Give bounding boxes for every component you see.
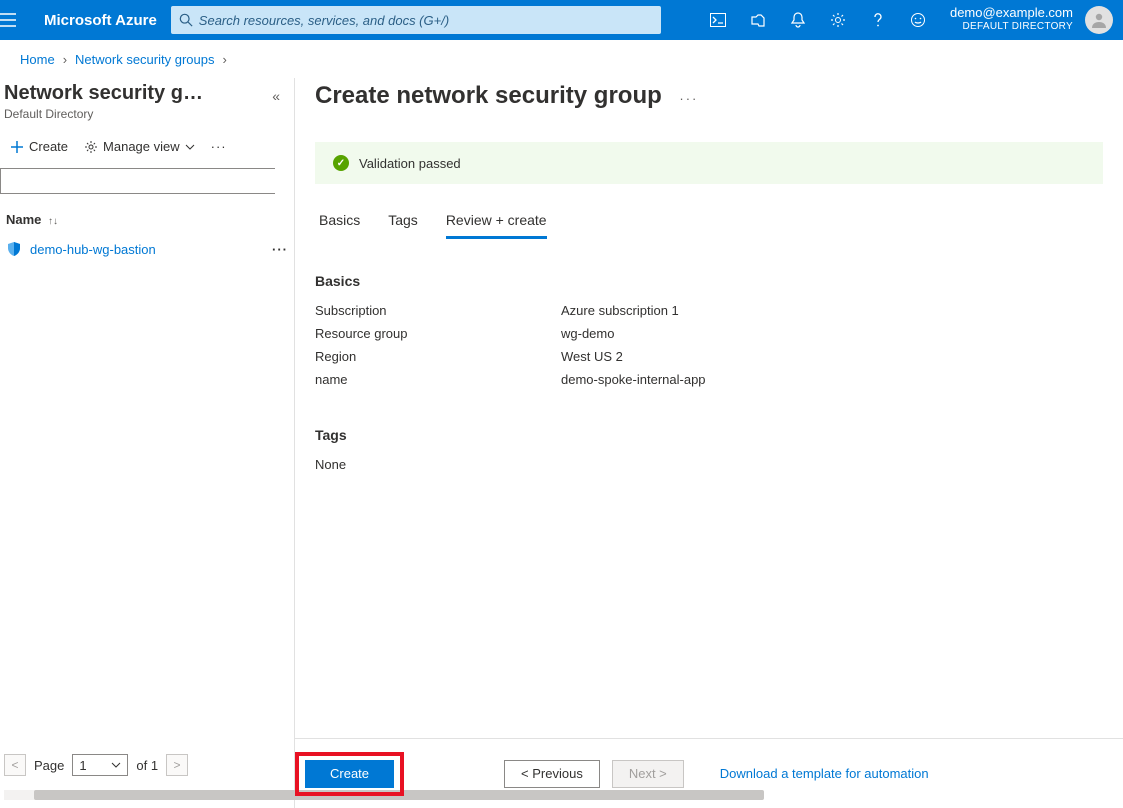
hamburger-menu[interactable] bbox=[0, 13, 40, 27]
filter-input[interactable] bbox=[0, 168, 275, 194]
value-name: demo-spoke-internal-app bbox=[561, 372, 706, 387]
plus-icon bbox=[10, 140, 24, 154]
account-directory: DEFAULT DIRECTORY bbox=[950, 20, 1073, 34]
crumb-home[interactable]: Home bbox=[20, 52, 55, 67]
create-button[interactable]: Create bbox=[10, 139, 68, 154]
next-button: Next > bbox=[612, 760, 684, 788]
pager-of: of 1 bbox=[136, 758, 158, 773]
feedback-icon[interactable] bbox=[898, 0, 938, 40]
help-icon[interactable] bbox=[858, 0, 898, 40]
account-block[interactable]: demo@example.com DEFAULT DIRECTORY bbox=[938, 6, 1081, 34]
check-icon: ✓ bbox=[333, 155, 349, 171]
tab-review-create[interactable]: Review + create bbox=[446, 212, 547, 239]
settings-icon[interactable] bbox=[818, 0, 858, 40]
directories-icon[interactable] bbox=[738, 0, 778, 40]
list-item-link[interactable]: demo-hub-wg-bastion bbox=[30, 242, 156, 257]
column-name[interactable]: Name bbox=[6, 212, 41, 227]
download-template-link[interactable]: Download a template for automation bbox=[720, 766, 929, 781]
shield-icon bbox=[6, 241, 22, 257]
value-resource-group: wg-demo bbox=[561, 326, 614, 341]
brand-label[interactable]: Microsoft Azure bbox=[40, 12, 171, 29]
search-placeholder: Search resources, services, and docs (G+… bbox=[199, 13, 449, 28]
value-subscription: Azure subscription 1 bbox=[561, 303, 679, 318]
crumb-nsg[interactable]: Network security groups bbox=[75, 52, 214, 67]
cloudshell-icon[interactable] bbox=[698, 0, 738, 40]
left-panel-subtitle: Default Directory bbox=[0, 105, 294, 121]
search-icon bbox=[179, 13, 193, 27]
value-region: West US 2 bbox=[561, 349, 623, 364]
validation-banner: ✓ Validation passed bbox=[315, 142, 1103, 184]
pager-current: 1 bbox=[79, 758, 86, 773]
pager-next[interactable]: > bbox=[166, 754, 188, 776]
validation-text: Validation passed bbox=[359, 156, 461, 171]
label-name: name bbox=[315, 372, 561, 387]
pager-prev[interactable]: < bbox=[4, 754, 26, 776]
tab-tags[interactable]: Tags bbox=[388, 212, 418, 239]
label-region: Region bbox=[315, 349, 561, 364]
chevron-right-icon: › bbox=[63, 52, 67, 67]
row-more-icon[interactable]: ··· bbox=[272, 242, 288, 257]
tab-basics[interactable]: Basics bbox=[319, 212, 360, 239]
horizontal-scrollbar[interactable] bbox=[4, 790, 290, 800]
value-tags-none: None bbox=[315, 457, 561, 472]
page-title: Create network security group bbox=[315, 78, 662, 110]
create-label: Create bbox=[29, 139, 68, 154]
more-commands[interactable]: ··· bbox=[211, 139, 227, 154]
account-email: demo@example.com bbox=[950, 6, 1073, 20]
section-basics-title: Basics bbox=[315, 273, 1103, 289]
chevron-down-icon bbox=[185, 144, 195, 150]
label-resource-group: Resource group bbox=[315, 326, 561, 341]
sort-arrow-icon[interactable]: ↑↓ bbox=[48, 216, 58, 227]
chevron-right-icon: › bbox=[222, 52, 226, 67]
left-panel-title: Network security g… bbox=[0, 78, 203, 105]
collapse-icon[interactable]: « bbox=[272, 88, 280, 104]
breadcrumb: Home › Network security groups › bbox=[0, 40, 1123, 78]
section-tags-title: Tags bbox=[315, 427, 1103, 443]
previous-button[interactable]: < Previous bbox=[504, 760, 600, 788]
pager-select[interactable]: 1 bbox=[72, 754, 128, 776]
notifications-icon[interactable] bbox=[778, 0, 818, 40]
title-more-icon[interactable]: ··· bbox=[679, 91, 698, 106]
manage-view-label: Manage view bbox=[103, 139, 180, 154]
global-search[interactable]: Search resources, services, and docs (G+… bbox=[171, 6, 661, 34]
chevron-down-icon bbox=[111, 762, 121, 768]
list-item[interactable]: demo-hub-wg-bastion ··· bbox=[0, 241, 294, 257]
pager-label: Page bbox=[34, 758, 64, 773]
highlight-create: Create bbox=[295, 752, 404, 796]
gear-icon bbox=[84, 140, 98, 154]
avatar[interactable] bbox=[1085, 6, 1113, 34]
create-button-main[interactable]: Create bbox=[305, 760, 394, 788]
label-subscription: Subscription bbox=[315, 303, 561, 318]
manage-view-button[interactable]: Manage view bbox=[84, 139, 195, 154]
